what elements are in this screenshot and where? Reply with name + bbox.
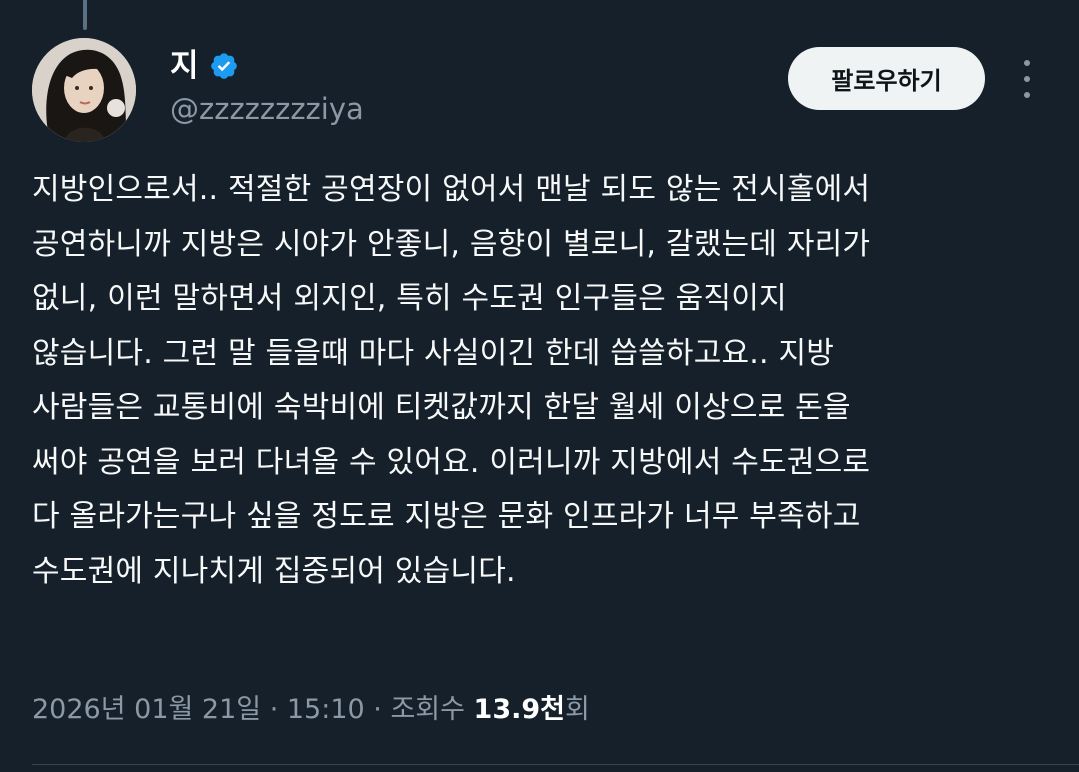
more-dot bbox=[1024, 76, 1030, 82]
verified-badge-icon bbox=[210, 53, 237, 79]
views-suffix: 회 bbox=[565, 694, 590, 725]
tweet-time[interactable]: 15:10 bbox=[287, 694, 365, 725]
views-count[interactable]: 13.9천 bbox=[474, 694, 565, 725]
tweet-text: 지방인으로서.. 적절한 공연장이 없어서 맨날 되도 않는 전시홀에서 공연하… bbox=[32, 172, 871, 589]
thread-connector-line bbox=[83, 0, 87, 30]
author-display-name[interactable]: 지 bbox=[170, 46, 199, 86]
divider bbox=[32, 764, 1079, 765]
meta-separator: · bbox=[261, 694, 287, 725]
avatar[interactable] bbox=[32, 38, 136, 142]
author-name-row: 지 bbox=[170, 46, 239, 86]
meta-separator: · bbox=[364, 694, 391, 725]
tweet-metadata: 2026년 01월 21일 · 15:10 · 조회수 13.9천회 bbox=[32, 688, 590, 732]
author-handle[interactable]: @zzzzzzzziya bbox=[170, 90, 364, 128]
follow-button[interactable]: 팔로우하기 bbox=[788, 47, 985, 110]
more-options-icon[interactable] bbox=[1015, 60, 1039, 98]
tweet-date[interactable]: 2026년 01월 21일 bbox=[32, 694, 261, 725]
views-label: 조회수 bbox=[390, 694, 474, 725]
more-dot bbox=[1024, 92, 1030, 98]
more-dot bbox=[1024, 60, 1030, 66]
profile-photo-icon bbox=[32, 38, 136, 142]
